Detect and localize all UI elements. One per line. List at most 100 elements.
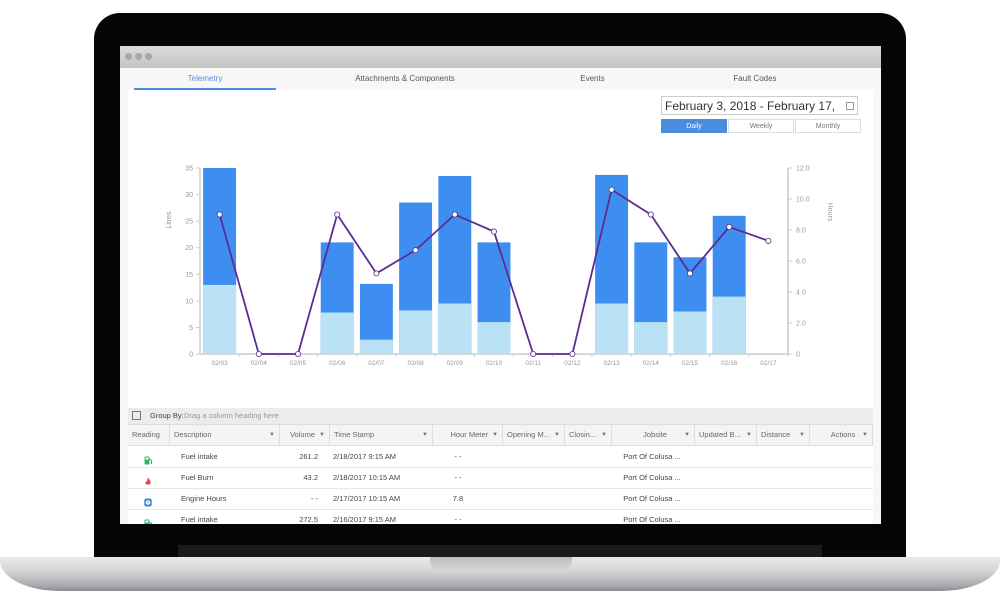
filter-icon[interactable]: ▼ bbox=[746, 425, 752, 445]
group-by-bar[interactable]: Group By: Drag a column heading here bbox=[128, 408, 873, 425]
table-row[interactable]: Fuel Burn 43.2 2/18/2017 10:15 AM - - Port O… bbox=[128, 467, 873, 489]
x-tick-label: 02/04 bbox=[251, 360, 268, 367]
filter-icon[interactable]: ▼ bbox=[422, 425, 428, 445]
hours-point bbox=[216, 211, 223, 218]
group-by-label: Group By: bbox=[150, 411, 184, 420]
column-header-description[interactable]: Description ▼ bbox=[170, 425, 280, 445]
column-header-time-stamp[interactable]: Time Stamp ▼ bbox=[330, 425, 433, 445]
tab-bar: Telemetry Attachments & Components Event… bbox=[120, 68, 881, 90]
column-header-distance[interactable]: Distance ▼ bbox=[757, 425, 810, 445]
column-header-hour-meter[interactable]: Hour Meter ▼ bbox=[433, 425, 503, 445]
filter-icon[interactable]: ▼ bbox=[554, 425, 560, 445]
left-tick-label: 5 bbox=[189, 325, 193, 332]
cell-hour-meter: - - bbox=[454, 515, 462, 524]
cell-jobsite: Port Of Colusa ... bbox=[623, 452, 681, 461]
column-header-closin[interactable]: Closin... ▼ bbox=[565, 425, 612, 445]
cell-description: Engine Hours bbox=[181, 494, 227, 503]
filter-icon[interactable]: ▼ bbox=[269, 425, 275, 445]
title-bar bbox=[120, 46, 881, 68]
clock-icon bbox=[144, 494, 152, 507]
hours-point bbox=[687, 270, 694, 277]
right-tick-label: 0 bbox=[796, 352, 800, 359]
x-tick-label: 02/17 bbox=[760, 360, 777, 367]
bar-engine-hours bbox=[320, 312, 354, 354]
column-header-label: Jobsite bbox=[643, 430, 667, 439]
left-tick-label: 0 bbox=[189, 352, 193, 359]
x-tick-label: 02/13 bbox=[603, 360, 620, 367]
column-header-jobsite[interactable]: Jobsite ▼ bbox=[612, 425, 695, 445]
hours-point bbox=[255, 350, 262, 357]
bar-engine-hours bbox=[399, 310, 433, 354]
hours-point bbox=[765, 237, 772, 244]
minimize-window-button[interactable] bbox=[135, 53, 142, 60]
close-window-button[interactable] bbox=[125, 53, 132, 60]
right-tick-label: 4.0 bbox=[796, 290, 806, 297]
maximize-window-button[interactable] bbox=[145, 53, 152, 60]
x-tick-label: 02/03 bbox=[211, 360, 228, 367]
x-tick-label: 02/09 bbox=[447, 360, 464, 367]
hours-point bbox=[569, 350, 576, 357]
filter-icon[interactable]: ▼ bbox=[601, 425, 607, 445]
right-tick-label: 12.0 bbox=[796, 166, 810, 173]
column-header-opening-m[interactable]: Opening M... ▼ bbox=[503, 425, 565, 445]
right-tick-label: 2.0 bbox=[796, 321, 806, 328]
x-tick-label: 02/07 bbox=[368, 360, 385, 367]
cell-timestamp: 2/17/2017 10:15 AM bbox=[333, 494, 401, 503]
column-header-actions[interactable]: Actions ▼ bbox=[810, 425, 873, 445]
filter-icon[interactable]: ▼ bbox=[319, 425, 325, 445]
cell-volume: 272.5 bbox=[299, 515, 318, 524]
x-tick-label: 02/05 bbox=[290, 360, 307, 367]
bar-engine-hours bbox=[359, 339, 393, 354]
tab-telemetry[interactable]: Telemetry bbox=[134, 68, 276, 90]
left-tick-label: 20 bbox=[185, 245, 193, 252]
filter-icon[interactable]: ▼ bbox=[799, 425, 805, 445]
bar-engine-hours bbox=[477, 322, 511, 354]
table-row[interactable]: Fuel intake 272.5 2/16/2017 9:15 AM - - Port… bbox=[128, 509, 873, 524]
grid-header: Reading Description ▼ Volume ▼ Time Stamp ▼ Hou… bbox=[128, 425, 873, 446]
column-header-label: Hour Meter bbox=[450, 430, 488, 439]
telemetry-panel: February 3, 2018 - February 17, 2018 Dai… bbox=[128, 90, 873, 437]
hours-point bbox=[726, 223, 733, 230]
hours-point bbox=[490, 228, 497, 235]
laptop-notch bbox=[430, 557, 572, 570]
x-tick-label: 02/16 bbox=[721, 360, 738, 367]
bar-engine-hours bbox=[438, 303, 472, 354]
bar-engine-hours bbox=[595, 303, 629, 354]
right-tick-label: 8.0 bbox=[796, 228, 806, 235]
hours-point bbox=[373, 270, 380, 277]
cell-timestamp: 2/16/2017 9:15 AM bbox=[333, 515, 396, 524]
hours-point bbox=[530, 350, 537, 357]
telemetry-chart: 0 5 10 15 20 25 30 35 0 2.0 4.0 6.0 8.0 10.0 12.0 Litre… bbox=[166, 166, 833, 368]
x-tick-label: 02/11 bbox=[525, 360, 541, 367]
x-tick-label: 02/06 bbox=[329, 360, 346, 367]
left-tick-label: 15 bbox=[185, 272, 193, 279]
table-row[interactable]: Fuel intake 261.2 2/18/2017 9:15 AM - - Port… bbox=[128, 446, 873, 468]
left-tick-label: 30 bbox=[185, 192, 193, 199]
column-header-label: Actions bbox=[830, 430, 856, 439]
cell-jobsite: Port Of Colusa ... bbox=[623, 515, 681, 524]
bar-engine-hours bbox=[634, 322, 668, 354]
y-axis-label-right: Hours bbox=[826, 203, 833, 222]
tab-attachments-components[interactable]: Attachments & Components bbox=[320, 68, 490, 90]
cell-volume: 43.2 bbox=[303, 473, 318, 482]
bar-engine-hours bbox=[673, 311, 707, 354]
cell-description: Fuel intake bbox=[181, 452, 218, 461]
left-tick-label: 25 bbox=[185, 219, 193, 226]
tab-fault-codes[interactable]: Fault Codes bbox=[690, 68, 820, 90]
filter-icon[interactable]: ▼ bbox=[684, 425, 690, 445]
tab-events[interactable]: Events bbox=[540, 68, 645, 90]
hours-point bbox=[334, 211, 341, 218]
column-header-reading[interactable]: Reading bbox=[128, 425, 170, 445]
filter-icon[interactable]: ▼ bbox=[862, 425, 868, 445]
table-row[interactable]: Engine Hours - - 2/17/2017 10:15 AM 7.8 Port… bbox=[128, 488, 873, 510]
x-tick-label: 02/08 bbox=[407, 360, 424, 367]
hours-point bbox=[294, 350, 301, 357]
filter-icon[interactable]: ▼ bbox=[492, 425, 498, 445]
group-by-icon[interactable] bbox=[132, 411, 141, 420]
column-header-updated-b[interactable]: Updated B... ▼ bbox=[695, 425, 757, 445]
column-header-label: Updated B... bbox=[699, 430, 741, 439]
right-tick-label: 6.0 bbox=[796, 259, 806, 266]
laptop-hinge bbox=[178, 545, 822, 557]
cell-description: Fuel intake bbox=[181, 515, 218, 524]
column-header-volume[interactable]: Volume ▼ bbox=[280, 425, 330, 445]
